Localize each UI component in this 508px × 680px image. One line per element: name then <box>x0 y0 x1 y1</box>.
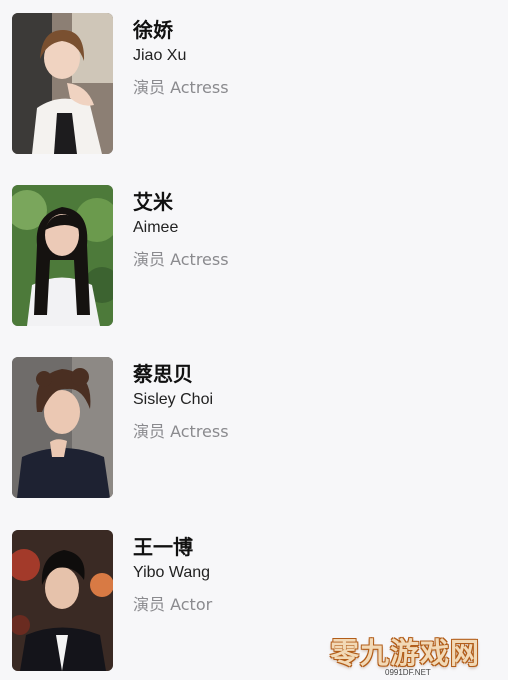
actor-name-chinese: 王一博 <box>133 535 193 559</box>
actor-name-english: Sisley Choi <box>133 391 214 408</box>
portrait-image <box>12 185 113 326</box>
cast-list: 徐娇 Jiao Xu 演员 Actress 艾米 Aimee 演员 Actres… <box>0 0 508 680</box>
actor-photo[interactable] <box>12 530 113 671</box>
actor-name-chinese: 艾米 <box>133 190 173 214</box>
cast-item-sisley-choi[interactable]: 蔡思贝 Sisley Choi 演员 Actress <box>12 357 492 499</box>
actor-photo[interactable] <box>12 185 113 326</box>
actor-name-english: Jiao Xu <box>133 47 187 64</box>
actor-role: 演员 Actor <box>133 595 213 614</box>
actor-role: 演员 Actress <box>133 250 229 269</box>
actor-name-english: Yibo Wang <box>133 564 211 581</box>
actor-name-english: Aimee <box>133 219 179 236</box>
actor-role: 演员 Actress <box>133 422 229 441</box>
actor-role: 演员 Actress <box>133 78 229 97</box>
actor-photo[interactable] <box>12 13 113 154</box>
cast-item-jiao-xu[interactable]: 徐娇 Jiao Xu 演员 Actress <box>12 13 492 155</box>
actor-name-chinese: 蔡思贝 <box>133 362 193 386</box>
watermark-url: 0991DF.NET <box>385 668 431 677</box>
portrait-image <box>12 530 113 671</box>
watermark-logo-text: 零九游戏网 <box>330 636 481 670</box>
portrait-image <box>12 13 113 154</box>
actor-photo[interactable] <box>12 357 113 498</box>
cast-item-aimee[interactable]: 艾米 Aimee 演员 Actress <box>12 185 492 327</box>
actor-name-chinese: 徐娇 <box>133 18 173 42</box>
site-watermark: 零九游戏网 0991DF.NET <box>330 630 490 680</box>
portrait-image <box>12 357 113 498</box>
